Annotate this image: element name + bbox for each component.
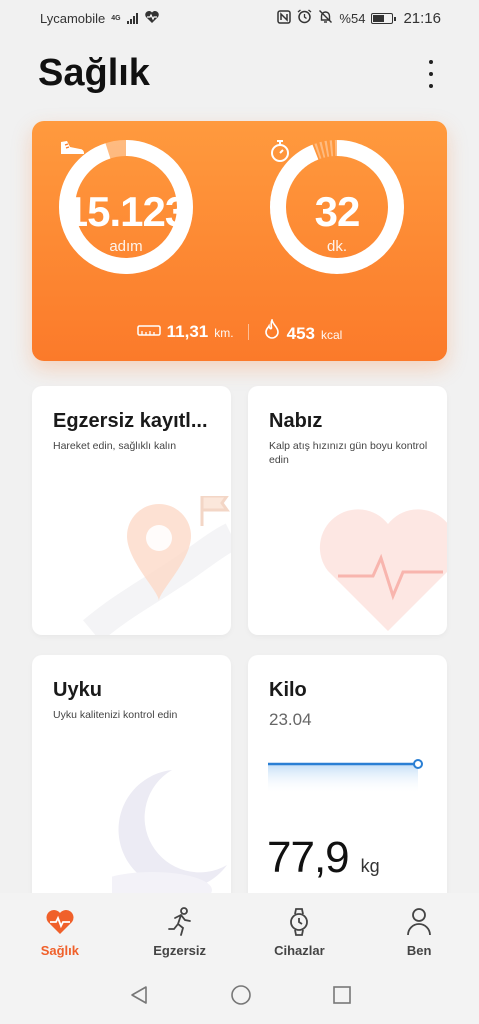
weight-value: 77,9 — [267, 833, 350, 882]
exercise-card-title: Egzersiz kayıtl... — [53, 410, 208, 432]
weight-card-title: Kilo — [269, 679, 307, 701]
network-type: 4G — [111, 14, 121, 22]
exercise-card-subtitle: Hareket edin, sağlıklı kalın — [53, 440, 177, 452]
more-vertical-icon[interactable] — [420, 58, 442, 90]
nav-label-cihazlar: Cihazlar — [274, 942, 325, 958]
back-icon[interactable] — [128, 984, 150, 1011]
heart-pulse-icon — [45, 907, 75, 937]
heart-rate-icon — [144, 10, 160, 27]
nav-item-cihazlar[interactable]: Cihazlar — [240, 893, 360, 971]
moon-icon — [112, 770, 227, 905]
minutes-ring[interactable]: 32 dk. — [269, 139, 405, 275]
sleep-card-title: Uyku — [53, 679, 102, 701]
weight-card[interactable]: Kilo 23.04 77,9 kg — [248, 655, 447, 905]
status-bar: Lycamobile 4G %54 21:16 — [0, 0, 479, 36]
calories-unit: kcal — [320, 328, 343, 342]
status-left: Lycamobile 4G — [40, 10, 160, 27]
status-right: %54 21:16 — [277, 9, 441, 27]
flame-icon — [263, 317, 281, 344]
page-title: Sağlık — [38, 52, 150, 94]
minutes-ring-content: 32 dk. — [269, 139, 405, 275]
nav-item-egzersiz[interactable]: Egzersiz — [120, 893, 240, 971]
nav-item-ben[interactable]: Ben — [359, 893, 479, 971]
stat-divider — [247, 323, 249, 340]
sleep-card-subtitle: Uyku kalitenizi kontrol edin — [53, 709, 178, 721]
heart-rate-card[interactable]: Nabız Kalp atış hızınızı gün boyu kontro… — [248, 386, 447, 635]
weight-unit: kg — [360, 856, 380, 876]
person-icon — [406, 907, 432, 937]
nav-label-egzersiz: Egzersiz — [153, 942, 206, 958]
network-indicator: 4G — [111, 15, 120, 22]
watch-icon — [287, 907, 311, 937]
recents-icon[interactable] — [332, 985, 352, 1010]
weight-date: 23.04 — [269, 710, 312, 729]
nav-label-ben: Ben — [406, 942, 432, 958]
carrier-name: Lycamobile — [40, 10, 106, 26]
steps-value: 15.123 — [64, 187, 188, 235]
battery-icon — [371, 12, 397, 24]
battery-percent: %54 — [339, 10, 366, 26]
nav-label-saglik: Sağlık — [40, 942, 80, 958]
minutes-unit: dk. — [326, 237, 347, 255]
heart-icon — [319, 509, 447, 631]
location-pin-icon — [83, 496, 231, 635]
activity-summary-card[interactable]: 15.123 adım 32 dk. 11,31 km. 453 kcal — [32, 121, 447, 361]
heart-card-subtitle: Kalp atış hızınızı gün boyu kontrol edin — [269, 440, 428, 466]
system-navigation-bar — [0, 971, 479, 1024]
steps-ring-content: 15.123 adım — [58, 139, 194, 275]
exercise-card[interactable]: Egzersiz kayıtl... Hareket edin, sağlıkl… — [32, 386, 231, 635]
weight-trend-chart — [268, 759, 423, 794]
summary-stats: 11,31 km. 453 kcal — [32, 317, 447, 344]
calories-value: 453 — [286, 324, 315, 343]
nav-item-saglik[interactable]: Sağlık — [0, 893, 120, 971]
distance-stat: 11,31 km. — [136, 321, 234, 342]
calories-stat: 453 kcal — [263, 317, 343, 344]
alarm-icon — [297, 9, 312, 27]
bottom-navigation: Sağlık Egzersiz Cihazlar Ben — [0, 893, 479, 971]
clock: 21:16 — [403, 9, 441, 27]
mute-icon — [318, 9, 333, 27]
distance-unit: km. — [214, 325, 234, 340]
steps-unit: adım — [109, 237, 143, 255]
signal-icon — [126, 12, 138, 24]
minutes-value: 32 — [314, 187, 361, 235]
steps-ring[interactable]: 15.123 adım — [58, 139, 194, 275]
heart-card-title: Nabız — [269, 410, 323, 432]
sleep-card[interactable]: Uyku Uyku kalitenizi kontrol edin — [32, 655, 231, 905]
home-icon[interactable] — [230, 984, 252, 1011]
running-icon — [166, 906, 194, 937]
distance-value: 11,31 — [166, 321, 209, 341]
ruler-icon — [136, 323, 161, 342]
nfc-icon — [277, 9, 292, 27]
weight-reading: 77,9 kg — [267, 833, 380, 883]
